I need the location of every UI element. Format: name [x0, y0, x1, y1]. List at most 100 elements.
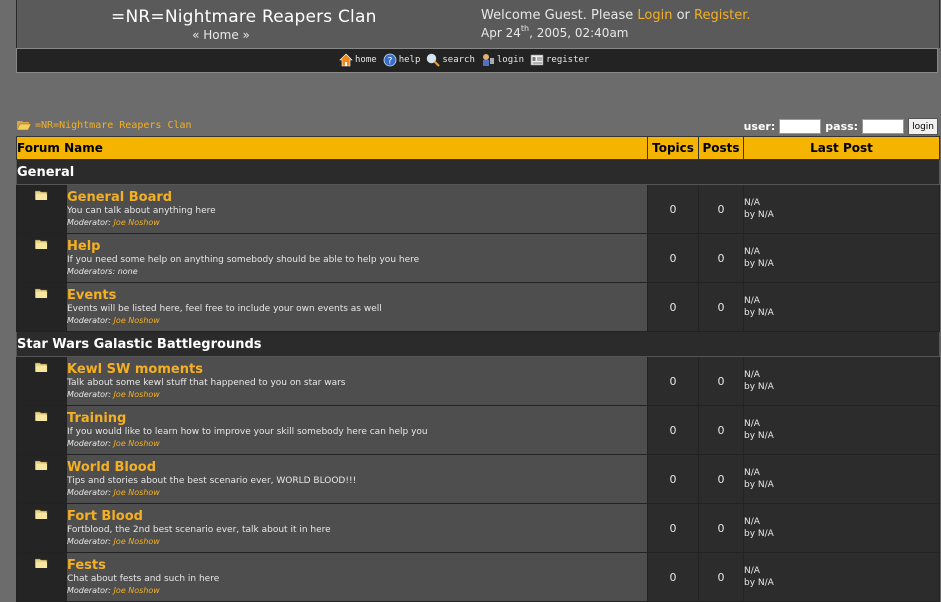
posts-count: 0 [698, 282, 745, 332]
moderator-name[interactable]: Joe Noshow [114, 537, 160, 546]
home-link[interactable]: « Home » [111, 28, 331, 42]
last-post-date: N/A [744, 247, 760, 257]
forum-title-link[interactable]: Training [67, 411, 647, 426]
last-post-info: N/A by N/A [743, 184, 941, 234]
breadcrumb: =NR=Nightmare Reapers Clan [16, 119, 192, 131]
moderator-label: Moderator: [67, 537, 112, 546]
forum-info: Events Events will be listed here, feel … [65, 282, 649, 332]
forum-title-link[interactable]: Fort Blood [67, 509, 647, 524]
last-post-date: N/A [744, 370, 760, 380]
forum-folder-icon [35, 283, 48, 302]
login-button[interactable]: login [908, 118, 938, 135]
forum-title-link[interactable]: World Blood [67, 460, 647, 475]
last-post-date: N/A [744, 419, 760, 429]
svg-text:?: ? [387, 57, 392, 67]
home-icon [339, 53, 353, 67]
forum-title-link[interactable]: Events [67, 288, 647, 303]
login-form: user: pass: login [744, 118, 938, 135]
forum-title-link[interactable]: General Board [67, 190, 647, 205]
moderator-label: Moderator: [67, 586, 112, 595]
forum-folder-icon [35, 234, 48, 253]
forum-row: World Blood Tips and stories about the b… [16, 454, 941, 504]
forum-row: Events Events will be listed here, feel … [16, 282, 941, 332]
last-post-date: N/A [744, 517, 760, 527]
forum-moderator: Moderator: Joe Noshow [67, 389, 647, 400]
or-text: or [672, 8, 695, 23]
topics-count: 0 [647, 503, 700, 553]
forum-status-cell [16, 282, 67, 332]
login-link[interactable]: Login [637, 8, 672, 23]
moderator-name[interactable]: Joe Noshow [114, 218, 160, 227]
last-post-info: N/A by N/A [743, 233, 941, 283]
forum-info: World Blood Tips and stories about the b… [65, 454, 649, 504]
forum-moderator: Moderator: Joe Noshow [67, 217, 647, 228]
posts-count: 0 [698, 454, 745, 504]
moderator-name[interactable]: Joe Noshow [114, 586, 160, 595]
site-header: =NR=Nightmare Reapers Clan « Home » Welc… [16, 0, 940, 48]
nav-register[interactable]: register [530, 53, 589, 67]
date-suffix: th [520, 24, 530, 33]
moderator-name[interactable]: Joe Noshow [114, 316, 160, 325]
moderator-label: Moderators: [67, 267, 116, 276]
last-post-info: N/A by N/A [743, 282, 941, 332]
nav-home-label: home [355, 55, 377, 65]
current-date: Apr 24th, 2005, 02:40am [481, 24, 628, 40]
forum-description: Events will be listed here, feel free to… [67, 304, 382, 314]
topics-count: 0 [647, 184, 700, 234]
nav-bar: home ? help search login register [16, 48, 938, 73]
forum-info: Fort Blood Fortblood, the 2nd best scena… [65, 503, 649, 553]
moderator-name[interactable]: Joe Noshow [114, 439, 160, 448]
forum-title-link[interactable]: Help [67, 239, 647, 254]
nav-search[interactable]: search [426, 53, 475, 67]
category-name[interactable]: Star Wars Galastic Battlegrounds [15, 331, 941, 357]
forum-info: Help If you need some help on anything s… [65, 233, 649, 283]
last-post-author: by N/A [744, 308, 774, 318]
topics-count: 0 [647, 454, 700, 504]
forum-row: Help If you need some help on anything s… [16, 233, 941, 283]
forum-description: If you need some help on anything somebo… [67, 255, 420, 265]
open-folder-icon [16, 121, 32, 131]
login-icon [482, 54, 494, 66]
header-posts: Posts [698, 136, 745, 160]
date-main: Apr 24 [481, 26, 521, 40]
header-last-post: Last Post [743, 136, 941, 160]
forum-status-cell [16, 405, 67, 455]
category-name[interactable]: General [15, 159, 941, 185]
last-post-info: N/A by N/A [743, 503, 941, 553]
date-rest: , 2005, 02:40am [529, 26, 629, 40]
forum-status-cell [16, 454, 67, 504]
moderator-name[interactable]: Joe Noshow [114, 488, 160, 497]
topics-count: 0 [647, 233, 700, 283]
forum-description: Talk about some kewl stuff that happened… [67, 378, 346, 388]
moderator-name[interactable]: Joe Noshow [114, 390, 160, 399]
forum-row: Training If you would like to learn how … [16, 405, 941, 455]
forum-moderator: Moderator: Joe Noshow [67, 438, 647, 449]
forum-folder-icon [35, 185, 48, 204]
register-link[interactable]: Register. [694, 8, 750, 23]
forum-folder-icon [35, 504, 48, 523]
posts-count: 0 [698, 356, 745, 406]
forum-status-cell [16, 503, 67, 553]
forum-description: If you would like to learn how to improv… [67, 427, 428, 437]
forum-title-link[interactable]: Kewl SW moments [67, 362, 647, 377]
forum-moderator: Moderator: Joe Noshow [67, 487, 647, 498]
last-post-author: by N/A [744, 259, 774, 269]
nav-home[interactable]: home [339, 53, 377, 67]
forum-status-cell [16, 356, 67, 406]
nav-help[interactable]: ? help [383, 53, 420, 67]
forum-moderator: Moderator: Joe Noshow [67, 536, 647, 547]
forum-title-link[interactable]: Fests [67, 558, 647, 573]
forum-status-cell [16, 184, 67, 234]
forum-moderator: Moderators: none [67, 266, 647, 277]
username-input[interactable] [779, 119, 822, 134]
nav-login[interactable]: login [481, 53, 524, 67]
moderator-label: Moderator: [67, 390, 112, 399]
forum-moderator: Moderator: Joe Noshow [67, 315, 647, 326]
posts-count: 0 [698, 184, 745, 234]
last-post-author: by N/A [744, 480, 774, 490]
category-row: General [15, 159, 941, 185]
last-post-date: N/A [744, 566, 760, 576]
password-input[interactable] [862, 119, 905, 134]
breadcrumb-link[interactable]: =NR=Nightmare Reapers Clan [35, 120, 192, 131]
topics-count: 0 [647, 405, 700, 455]
